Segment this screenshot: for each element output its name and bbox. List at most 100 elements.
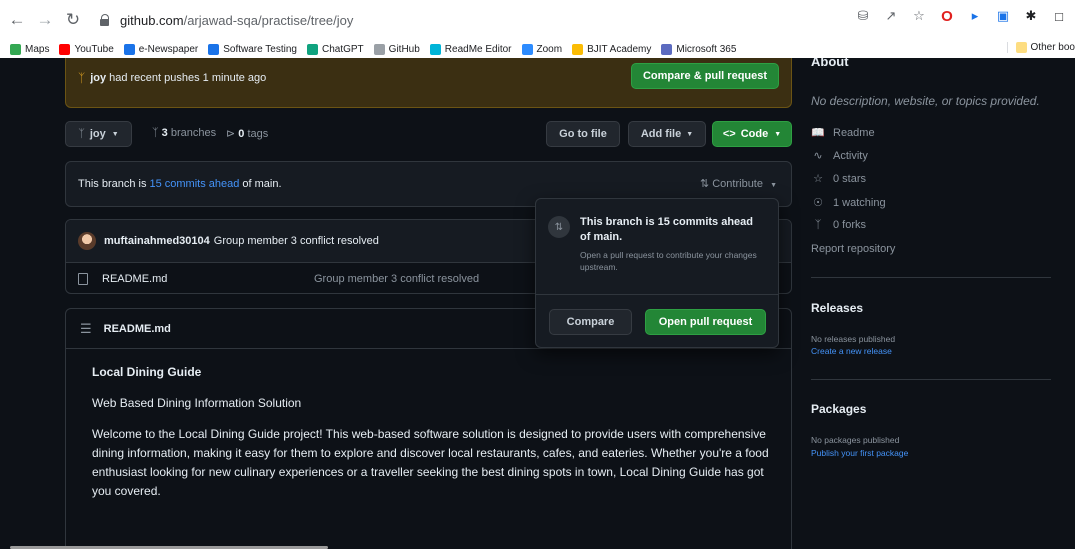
back-arrow-icon[interactable]: ← xyxy=(6,9,28,31)
bookmark-item[interactable]: Zoom xyxy=(521,43,562,55)
bookmark-icon xyxy=(59,43,71,55)
forward-arrow-icon[interactable]: → xyxy=(34,9,56,31)
branch-icon: ᛉ xyxy=(152,127,159,139)
avatar[interactable] xyxy=(78,232,96,250)
create-release-link[interactable]: Create a new release xyxy=(811,346,892,356)
bookmark-item[interactable]: GitHub xyxy=(373,43,420,55)
bookmark-icon xyxy=(10,43,21,55)
readme-subtitle: Web Based Dining Information Solution xyxy=(92,396,302,410)
divider xyxy=(811,277,1051,278)
bookmark-item[interactable]: Software Testing xyxy=(208,43,297,55)
bookmark-icon xyxy=(661,43,673,55)
file-name[interactable]: README.md xyxy=(102,273,167,285)
no-packages-text: No packages published xyxy=(811,435,900,445)
caret-down-icon: ▼ xyxy=(686,130,694,138)
stars-link[interactable]: ☆ 0 stars xyxy=(811,172,866,186)
popover-description: Open a pull request to contribute your c… xyxy=(580,250,757,272)
divider xyxy=(811,379,1051,380)
extension-icon[interactable]: ▸ xyxy=(967,8,983,24)
folder-icon xyxy=(1015,42,1027,53)
reload-icon[interactable]: ↻ xyxy=(62,9,84,31)
readme-paragraph: Welcome to the Local Dining Guide projec… xyxy=(92,427,769,498)
activity-link[interactable]: ∿ Activity xyxy=(811,149,867,163)
banner-text: had recent pushes 1 minute ago xyxy=(109,72,267,84)
branch-icon: ᛉ xyxy=(78,71,86,85)
commits-ahead-link[interactable]: 15 commits ahead xyxy=(149,178,239,190)
bookmark-icon xyxy=(429,43,441,55)
tag-icon: ⊳ xyxy=(226,128,236,140)
compare-button[interactable]: Compare xyxy=(549,309,632,335)
book-icon: 📖 xyxy=(811,127,825,139)
contribute-dropdown[interactable]: ⇅ Contribute ▼ xyxy=(700,177,777,190)
outline-list-icon[interactable]: ☰ xyxy=(80,321,92,337)
go-to-file-button[interactable]: Go to file xyxy=(546,121,620,147)
puzzle-icon[interactable]: ✱ xyxy=(1023,8,1039,24)
screenshot-icon[interactable]: ▣ xyxy=(995,8,1011,24)
readme-content: Local Dining Guide Web Based Dining Info… xyxy=(66,349,791,517)
browser-toolbar: ← → ↻ github.com/arjawad-sqa/practise/tr… xyxy=(0,0,1075,40)
install-app-icon[interactable]: ⛁ xyxy=(855,8,871,24)
bookmark-item[interactable]: ReadMe Editor xyxy=(429,43,512,55)
releases-heading[interactable]: Releases xyxy=(811,301,863,315)
code-button[interactable]: <> Code ▼ xyxy=(712,121,792,147)
bookmark-icon xyxy=(521,43,533,55)
file-icon xyxy=(78,272,88,285)
branch-selector-button[interactable]: ᛉ joy ▼ xyxy=(65,121,132,147)
extensions-bar: ⛁ ↗ ☆ O ▸ ▣ ✱ □ xyxy=(855,8,1067,25)
popover-title: This branch is 15 commits ahead of main. xyxy=(580,216,754,243)
about-description: No description, website, or topics provi… xyxy=(811,94,1040,108)
caret-down-icon: ▼ xyxy=(770,182,777,189)
eye-icon: ☉ xyxy=(813,197,823,209)
github-page: ᛉ joy had recent pushes 1 minute ago Com… xyxy=(0,58,1075,549)
bookmark-icon xyxy=(123,43,135,55)
file-commit-message[interactable]: Group member 3 conflict resolved xyxy=(314,273,479,285)
bookmark-item[interactable]: Maps xyxy=(10,43,49,55)
contribute-popover: ⇅ This branch is 15 commits ahead of mai… xyxy=(535,198,779,348)
repo-toolbar: ᛉ joy ▼ ᛉ 3 branches ⊳ 0 tags Go to file… xyxy=(65,121,792,147)
watching-link[interactable]: ☉ 1 watching xyxy=(811,196,886,210)
tags-link[interactable]: ⊳ 0 tags xyxy=(226,127,268,140)
recent-push-banner: ᛉ joy had recent pushes 1 minute ago Com… xyxy=(65,58,792,108)
address-bar[interactable]: github.com/arjawad-sqa/practise/tree/joy xyxy=(100,5,900,35)
fork-icon: ᛉ xyxy=(814,219,822,231)
bookmark-icon xyxy=(572,43,584,55)
bookmark-item[interactable]: e-Newspaper xyxy=(123,43,198,55)
bookmark-item[interactable]: YouTube xyxy=(59,43,114,55)
other-bookmarks[interactable]: Other boo xyxy=(1006,42,1075,53)
no-releases-text: No releases published xyxy=(811,334,896,344)
star-icon[interactable]: ☆ xyxy=(911,8,927,24)
add-file-button[interactable]: Add file ▼ xyxy=(628,121,706,147)
bookmarks-bar: Maps YouTube e-Newspaper Software Testing Ch… xyxy=(0,40,1075,58)
commit-author[interactable]: muftainahmed30104 xyxy=(104,235,210,247)
compare-pull-request-button[interactable]: Compare & pull request xyxy=(631,63,779,89)
pulse-icon: ∿ xyxy=(813,150,823,162)
banner-branch: joy xyxy=(90,72,107,84)
open-pull-request-button[interactable]: Open pull request xyxy=(645,309,766,335)
pull-request-icon: ⇅ xyxy=(548,216,570,238)
bookmark-icon xyxy=(208,43,220,55)
bookmark-icon xyxy=(373,43,385,55)
star-icon: ☆ xyxy=(813,173,823,185)
branch-icon: ᛉ xyxy=(78,128,85,140)
packages-heading[interactable]: Packages xyxy=(811,402,866,416)
bookmark-item[interactable]: ChatGPT xyxy=(306,43,364,55)
caret-down-icon: ▼ xyxy=(111,130,119,138)
sidepanel-icon[interactable]: □ xyxy=(1051,8,1067,24)
code-icon: <> xyxy=(722,128,736,140)
report-repository-link[interactable]: Report repository xyxy=(811,243,895,255)
about-heading: About xyxy=(811,58,849,69)
share-icon[interactable]: ↗ xyxy=(883,8,899,24)
forks-link[interactable]: ᛉ 0 forks xyxy=(811,219,866,231)
readme-link[interactable]: 📖 Readme xyxy=(811,126,874,140)
bookmark-item[interactable]: BJIT Academy xyxy=(572,43,651,55)
opera-extension-icon[interactable]: O xyxy=(939,8,955,25)
pull-request-icon: ⇅ xyxy=(699,178,710,190)
commit-message[interactable]: Group member 3 conflict resolved xyxy=(214,235,379,247)
bookmark-icon xyxy=(306,43,318,55)
popover-body: ⇅ This branch is 15 commits ahead of mai… xyxy=(536,199,778,295)
publish-package-link[interactable]: Publish your first package xyxy=(811,448,908,458)
bookmark-item[interactable]: Microsoft 365 xyxy=(661,43,736,55)
branches-link[interactable]: ᛉ 3 branches xyxy=(152,127,216,139)
caret-down-icon: ▼ xyxy=(774,130,782,138)
lock-icon xyxy=(100,14,110,26)
